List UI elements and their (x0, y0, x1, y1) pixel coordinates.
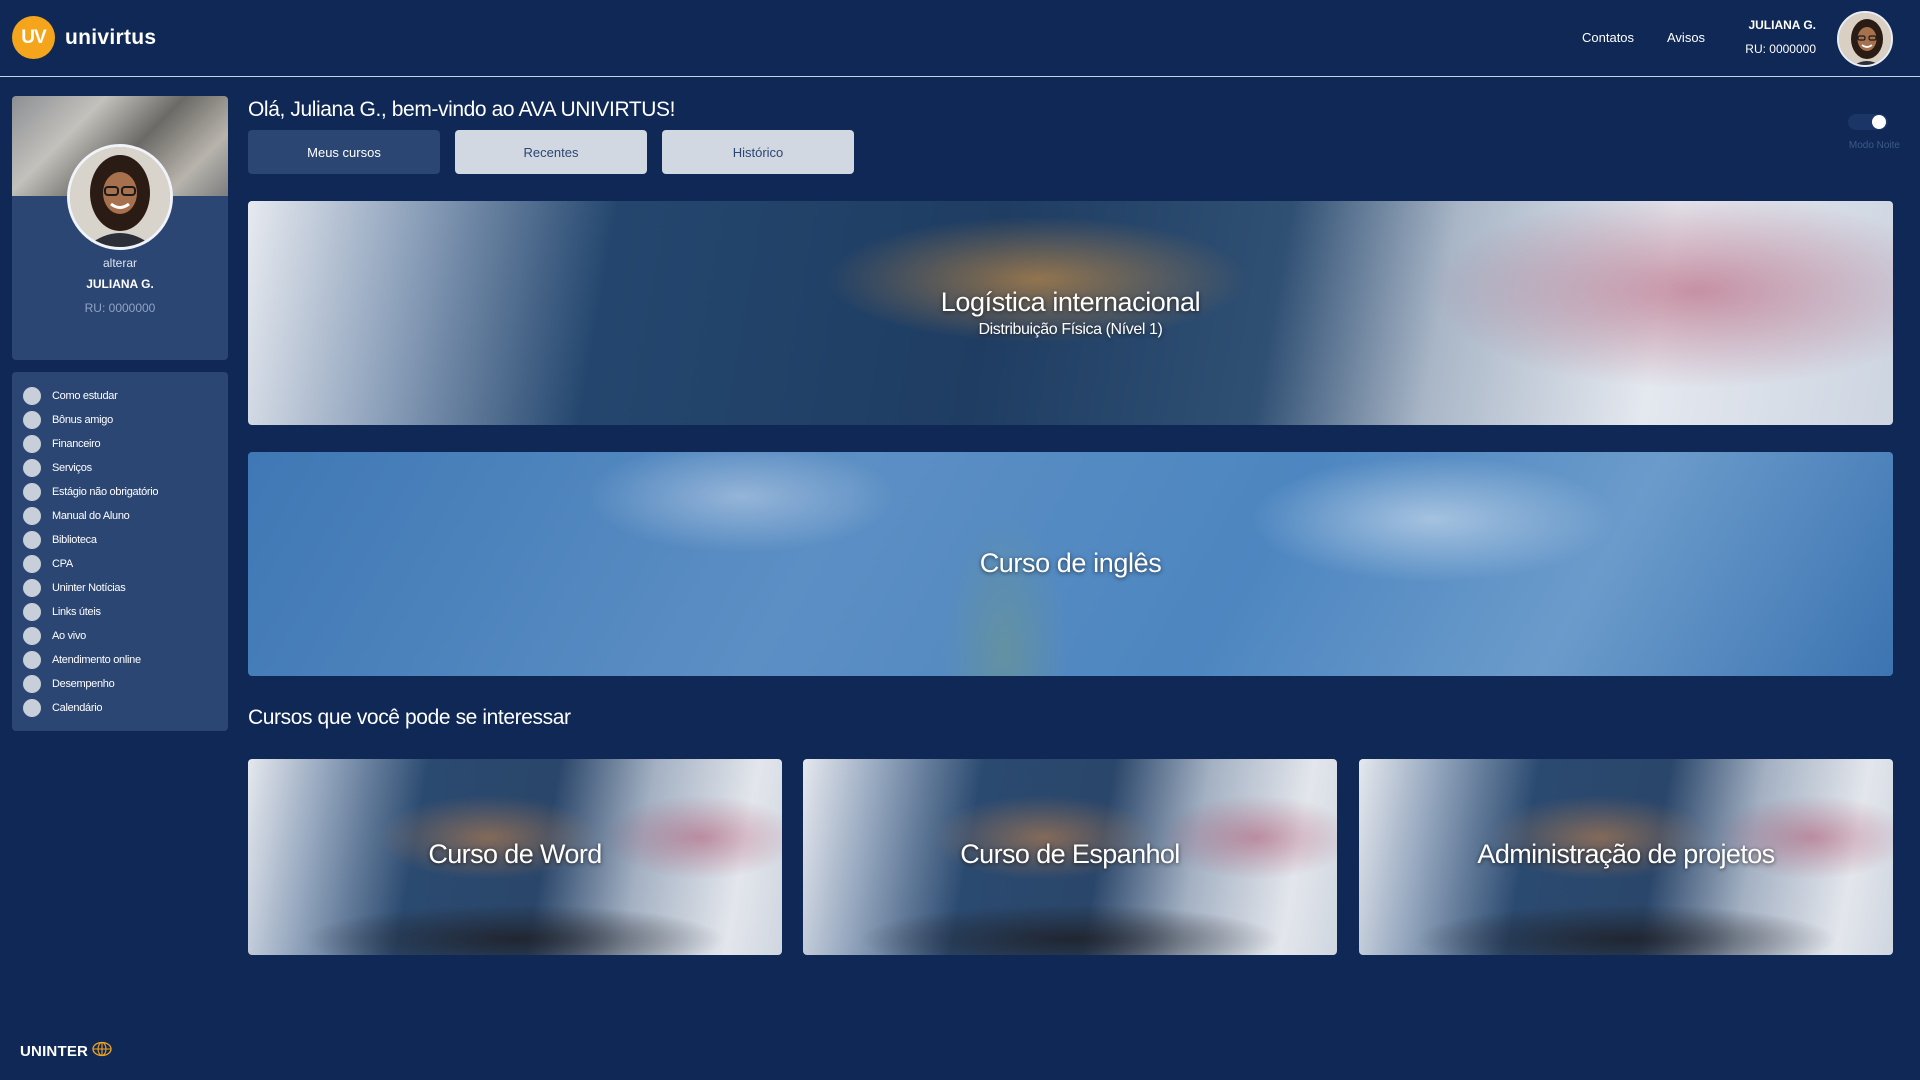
circle-icon (23, 651, 41, 669)
header-avatar[interactable] (1837, 11, 1893, 67)
toggle-knob (1872, 115, 1886, 129)
nav-avisos[interactable]: Avisos (1667, 30, 1705, 45)
sidebar-item-cpa[interactable]: CPA (12, 552, 228, 576)
sidebar-item-label: Estágio não obrigatório (52, 486, 159, 498)
sidebar-item-label: Links úteis (52, 606, 101, 618)
profile-card: alterar JULIANA G. RU: 0000000 (12, 96, 228, 360)
circle-icon (23, 603, 41, 621)
circle-icon (23, 675, 41, 693)
change-photo-link[interactable]: alterar (12, 256, 228, 270)
circle-icon (23, 507, 41, 525)
circle-icon (23, 555, 41, 573)
course-subtitle: Distribuição Física (Nível 1) (978, 321, 1163, 338)
avatar-icon (1839, 13, 1891, 65)
circle-icon (23, 531, 41, 549)
sidebar-item-label: Como estudar (52, 390, 118, 402)
suggested-course-title: Curso de Espanhol (960, 839, 1180, 869)
sidebar-item-estagio[interactable]: Estágio não obrigatório (12, 480, 228, 504)
sidebar-item-ao-vivo[interactable]: Ao vivo (12, 624, 228, 648)
profile-ru: RU: 0000000 (84, 301, 156, 315)
header-user-ru: RU: 0000000 (1745, 42, 1816, 56)
circle-icon (23, 387, 41, 405)
header-user-name: JULIANA G. (1748, 18, 1816, 32)
sidebar-item-label: Uninter Notícias (52, 582, 126, 594)
sidebar-item-label: Bônus amigo (52, 414, 113, 426)
suggested-course-card[interactable]: Curso de Espanhol (803, 759, 1337, 955)
sidebar-item-atendimento-online[interactable]: Atendimento online (12, 648, 228, 672)
sidebar-item-label: Calendário (52, 702, 103, 714)
logo-badge: UV (12, 16, 55, 59)
course-title: Curso de inglês (979, 548, 1162, 578)
sidebar-item-label: CPA (52, 558, 73, 570)
logo-text: univirtus (65, 25, 157, 49)
course-banner-ingles[interactable]: Curso de inglês (248, 452, 1893, 676)
top-header: UV univirtus Contatos Avisos JULIANA G. … (0, 0, 1920, 77)
sidebar-item-label: Ao vivo (52, 630, 86, 642)
tab-recentes[interactable]: Recentes (455, 130, 647, 174)
globe-icon (91, 1041, 113, 1062)
sidebar-item-label: Serviços (52, 462, 92, 474)
course-banner-logistica[interactable]: Logística internacional Distribuição Fís… (248, 201, 1893, 425)
univirtus-logo[interactable]: UV univirtus (12, 16, 156, 59)
sidebar-item-manual-aluno[interactable]: Manual do Aluno (12, 504, 228, 528)
sidebar-item-como-estudar[interactable]: Como estudar (12, 384, 228, 408)
sidebar-item-links-uteis[interactable]: Links úteis (12, 600, 228, 624)
sidebar-item-label: Biblioteca (52, 534, 97, 546)
nav-contatos[interactable]: Contatos (1582, 30, 1634, 45)
footer-brand: UNINTER (20, 1043, 89, 1060)
sidebar-item-label: Atendimento online (52, 654, 141, 666)
circle-icon (23, 459, 41, 477)
suggested-course-card[interactable]: Administração de projetos (1359, 759, 1893, 955)
welcome-greeting: Olá, Juliana G., bem-vindo ao AVA UNIVIR… (248, 98, 676, 121)
sidebar-item-servicos[interactable]: Serviços (12, 456, 228, 480)
night-mode-label: Modo Noite (1848, 140, 1900, 151)
sidebar-menu: Como estudar Bônus amigo Financeiro Serv… (12, 372, 228, 731)
sidebar-item-label: Manual do Aluno (52, 510, 130, 522)
tab-historico[interactable]: Histórico (662, 130, 854, 174)
suggestions-heading: Cursos que você pode se interessar (248, 706, 571, 729)
circle-icon (23, 435, 41, 453)
sidebar-item-label: Desempenho (52, 678, 115, 690)
circle-icon (23, 627, 41, 645)
sidebar-item-label: Financeiro (52, 438, 101, 450)
circle-icon (23, 483, 41, 501)
header-user-info: JULIANA G. RU: 0000000 (1745, 18, 1816, 56)
profile-avatar[interactable] (67, 144, 173, 250)
sidebar-item-calendario[interactable]: Calendário (12, 696, 228, 720)
course-title: Logística internacional (940, 287, 1201, 317)
circle-icon (23, 411, 41, 429)
circle-icon (23, 579, 41, 597)
night-mode-control: Modo Noite (1840, 114, 1900, 151)
profile-name: JULIANA G. (86, 277, 154, 291)
tab-meus-cursos[interactable]: Meus cursos (248, 130, 440, 174)
sidebar-item-biblioteca[interactable]: Biblioteca (12, 528, 228, 552)
night-mode-toggle[interactable] (1848, 114, 1888, 130)
circle-icon (23, 699, 41, 717)
avatar-icon (70, 147, 170, 247)
suggested-course-card[interactable]: Curso de Word (248, 759, 782, 955)
uninter-logo: UNINTER (20, 1041, 113, 1062)
sidebar-item-desempenho[interactable]: Desempenho (12, 672, 228, 696)
sidebar-item-bonus-amigo[interactable]: Bônus amigo (12, 408, 228, 432)
suggested-course-title: Administração de projetos (1477, 839, 1775, 869)
sidebar-item-financeiro[interactable]: Financeiro (12, 432, 228, 456)
suggested-course-title: Curso de Word (428, 839, 602, 869)
sidebar-item-uninter-noticias[interactable]: Uninter Notícias (12, 576, 228, 600)
